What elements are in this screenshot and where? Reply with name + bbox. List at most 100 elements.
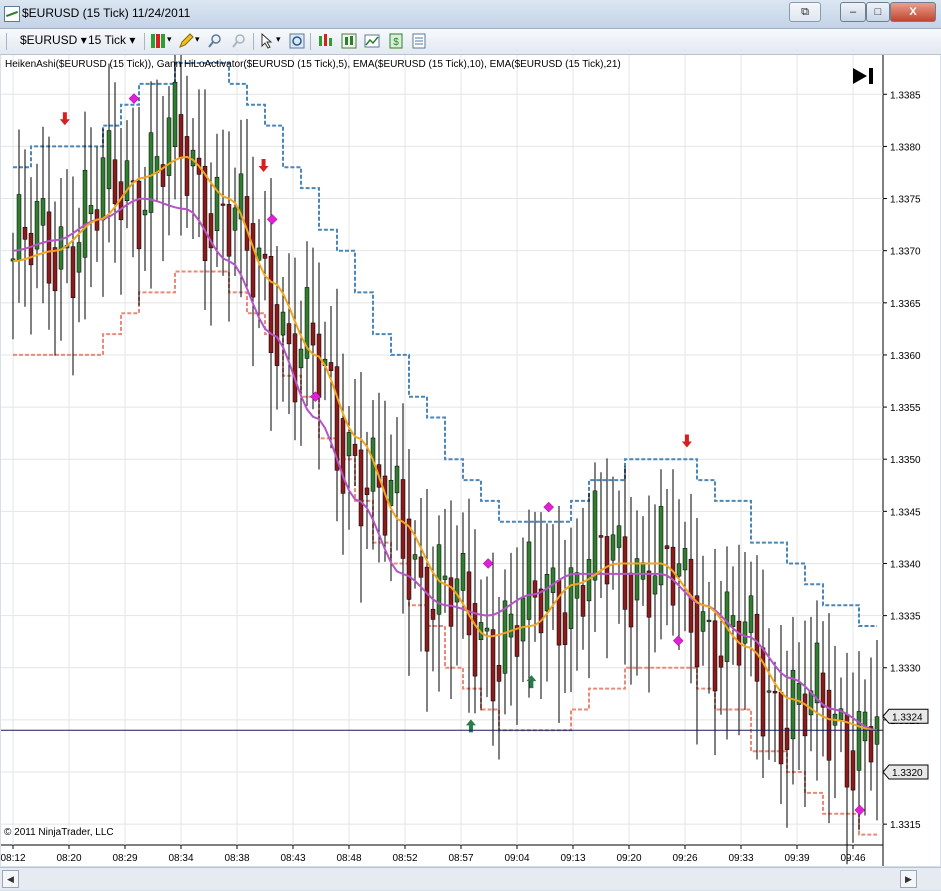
- candle-body: [766, 690, 772, 693]
- x-tick-label: 09:26: [672, 853, 697, 864]
- candle-body: [244, 196, 250, 251]
- candle-body: [868, 726, 874, 763]
- toolbar-grip: [6, 33, 7, 50]
- chevron-down-icon: ▾: [129, 33, 136, 47]
- strategies-icon[interactable]: [364, 33, 380, 49]
- x-tick-label: 08:43: [280, 853, 305, 864]
- chevron-down-icon[interactable]: ▾: [276, 34, 281, 45]
- signal-diamond: [128, 93, 140, 104]
- zoom-icon[interactable]: [289, 33, 305, 49]
- chevron-down-icon[interactable]: ▾: [195, 34, 200, 45]
- pencil-icon[interactable]: [178, 33, 194, 49]
- close-button[interactable]: X: [890, 2, 936, 22]
- candle-body: [490, 629, 496, 702]
- play-icon[interactable]: [853, 68, 867, 84]
- minimize-button[interactable]: –: [840, 2, 866, 22]
- price-tags: 1.3324 1.3320: [882, 708, 929, 780]
- chevron-down-icon: ▾: [80, 33, 87, 47]
- candle-body: [358, 449, 364, 527]
- candle-body: [664, 545, 670, 549]
- candle-body: [778, 691, 784, 765]
- signal-diamond: [854, 804, 866, 816]
- candle-body: [562, 612, 568, 645]
- global-crosshair-icon[interactable]: [231, 33, 247, 49]
- x-tick-label: 08:57: [448, 853, 473, 864]
- candle-body: [712, 620, 718, 692]
- chart-window-icon: [4, 6, 20, 22]
- chevron-down-icon[interactable]: ▾: [167, 34, 172, 45]
- candle-body: [100, 157, 106, 221]
- candle-body: [190, 149, 196, 167]
- candle-body: [844, 713, 850, 788]
- period-label: 15 Tick: [88, 33, 127, 47]
- up-arrow-icon: [526, 675, 537, 689]
- pointer-icon[interactable]: [259, 33, 275, 49]
- chart-panel[interactable]: 1.33151.33201.33251.33301.33351.33401.33…: [1, 55, 940, 866]
- candle-body: [166, 117, 172, 176]
- data-series-icon[interactable]: [317, 33, 333, 49]
- candle-body: [280, 311, 286, 336]
- bar-type-icon[interactable]: [150, 33, 166, 49]
- scroll-left-button[interactable]: ◀: [2, 870, 19, 888]
- time-axis-labels: 08:12 08:20 08:29 08:34 08:38 08:43 08:48 08:52…: [1, 853, 866, 864]
- candle-body: [748, 595, 754, 633]
- candle-body: [172, 81, 178, 147]
- candle-body: [412, 554, 418, 560]
- candle-body: [742, 621, 748, 644]
- candle-body: [448, 577, 454, 627]
- money-icon[interactable]: $: [388, 33, 404, 49]
- scroll-to-end-button[interactable]: [853, 68, 873, 84]
- candle-body: [454, 578, 460, 603]
- candle-body: [112, 159, 118, 204]
- down-arrow-icon: [59, 112, 70, 126]
- toolbar-separator: [310, 33, 311, 50]
- candle-body: [364, 487, 370, 495]
- crosshair-icon[interactable]: [207, 33, 223, 49]
- candle-body: [310, 322, 316, 346]
- instrument-selector[interactable]: $EURUSD ▾: [20, 33, 87, 47]
- candle-body: [646, 570, 652, 618]
- candle-body: [352, 443, 358, 456]
- price-chart[interactable]: 1.33151.33201.33251.33301.33351.33401.33…: [1, 55, 940, 866]
- candle-body: [526, 541, 532, 620]
- candle-body: [442, 575, 448, 580]
- candle-body: [628, 572, 634, 628]
- y-tick-label: 1.3340: [890, 559, 921, 570]
- signal-diamond: [266, 214, 278, 225]
- candle-body: [136, 180, 142, 250]
- down-arrow-icon: [681, 434, 692, 448]
- candle-body: [460, 553, 466, 591]
- maximize-button[interactable]: □: [866, 2, 890, 22]
- close-icon: X: [909, 6, 917, 18]
- scroll-right-button[interactable]: ▶: [900, 870, 917, 888]
- indicators-icon[interactable]: [341, 33, 357, 49]
- candle-body: [40, 198, 46, 226]
- candle-body: [640, 562, 646, 580]
- x-tick-label: 09:39: [784, 853, 809, 864]
- candle-body: [652, 575, 658, 595]
- x-tick-label: 08:20: [56, 853, 81, 864]
- signal-diamond: [543, 501, 555, 513]
- chart-grid: [1, 55, 887, 866]
- candle-body: [226, 204, 232, 257]
- horizontal-scrollbar[interactable]: ◀ ▶: [0, 867, 941, 890]
- down-arrow-icon: [258, 159, 269, 173]
- candle-body: [88, 205, 94, 215]
- candle-body: [772, 691, 778, 694]
- candle-body: [592, 490, 598, 581]
- x-tick-label: 09:04: [504, 853, 529, 864]
- candle-body: [286, 323, 292, 345]
- restore-button[interactable]: ⧉: [789, 2, 821, 22]
- candle-body: [28, 233, 34, 266]
- y-tick-label: 1.3330: [890, 664, 921, 675]
- properties-icon[interactable]: [411, 33, 427, 49]
- candle-body: [298, 348, 304, 369]
- candle-body: [790, 669, 796, 740]
- candle-body: [82, 169, 88, 258]
- period-selector[interactable]: 15 Tick ▾: [88, 33, 135, 47]
- candle-body: [580, 585, 586, 617]
- candle-body: [106, 130, 112, 190]
- candle-body: [754, 613, 760, 682]
- x-tick-label: 09:13: [560, 853, 585, 864]
- x-tick-label: 08:34: [168, 853, 193, 864]
